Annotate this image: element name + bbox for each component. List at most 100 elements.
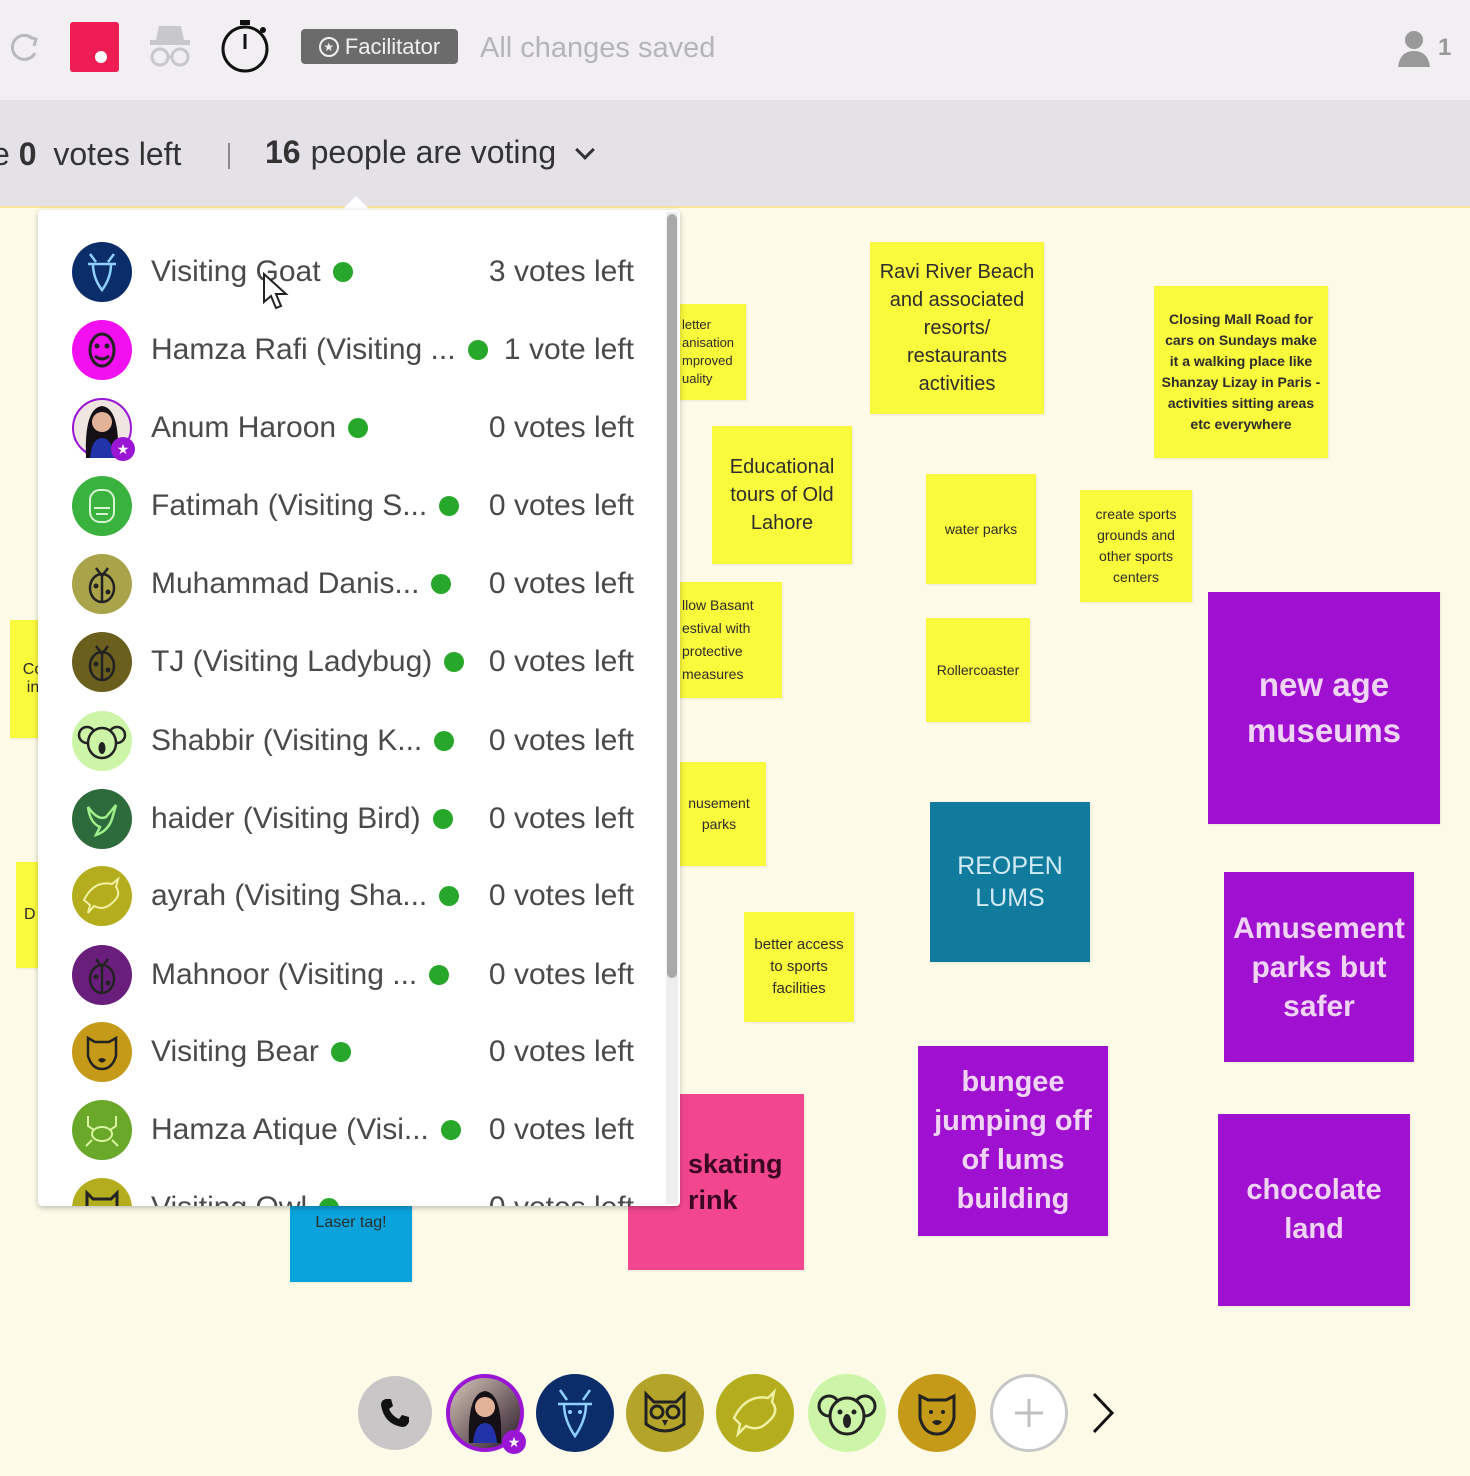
online-status-icon xyxy=(432,809,453,829)
voter-name: Hamza Rafi (Visiting ... xyxy=(151,333,456,366)
sticky-note[interactable]: better access to sports facilities xyxy=(744,912,854,1022)
note-text: create sports grounds and other sports c… xyxy=(1095,506,1177,585)
bird-icon xyxy=(82,797,122,841)
note-text: better access to sports facilities xyxy=(754,936,844,997)
sticky-note[interactable]: new age museums xyxy=(1208,592,1440,824)
note-text: REOPEN LUMS xyxy=(957,852,1063,912)
voters-scroll-thumb[interactable] xyxy=(667,214,677,978)
call-button[interactable] xyxy=(358,1376,432,1450)
online-status-icon xyxy=(434,731,455,751)
online-status-icon xyxy=(429,965,450,985)
redo-button[interactable] xyxy=(4,28,44,68)
voter-votes-left: 0 votes left xyxy=(488,489,634,522)
dock-avatar-koala[interactable] xyxy=(808,1374,886,1452)
dock-avatar-bear[interactable] xyxy=(898,1374,976,1452)
voter-votes-left: 0 votes left xyxy=(488,1113,634,1146)
mouse-cursor-icon xyxy=(262,271,290,317)
voter-row[interactable]: ★ Anum Haroon 0 votes left xyxy=(72,396,634,461)
dock-next-button[interactable] xyxy=(1088,1390,1118,1436)
voter-avatar xyxy=(72,866,132,926)
voter-name: Fatimah (Visiting S... xyxy=(151,489,428,522)
voter-row[interactable]: Visiting Owl 0 votes left xyxy=(72,1176,634,1206)
voter-row[interactable]: Mahnoor (Visiting ... 0 votes left xyxy=(72,943,634,1007)
voter-row[interactable]: Shabbir (Visiting K... 0 votes left xyxy=(72,709,634,773)
voter-row[interactable]: Hamza Rafi (Visiting ... 1 vote left xyxy=(72,318,634,382)
voter-avatar xyxy=(72,945,132,1005)
sticky-note[interactable]: letter anisation mproved uality xyxy=(672,304,746,400)
sticky-note[interactable]: bungee jumping off of lums building xyxy=(918,1046,1108,1236)
sticky-note[interactable]: llow Basant estival with protective meas… xyxy=(672,582,782,698)
voter-avatar xyxy=(72,1100,132,1160)
note-text: water parks xyxy=(944,521,1018,537)
voter-avatar xyxy=(72,1022,132,1082)
voting-bar xyxy=(0,100,1470,208)
voter-row[interactable]: Muhammad Danis... 0 votes left xyxy=(72,552,634,616)
own-votes-suffix: votes left xyxy=(53,136,182,172)
voter-votes-left: 0 votes left xyxy=(488,567,634,600)
phone-icon xyxy=(381,1399,409,1427)
voter-row[interactable]: ayrah (Visiting Sha... 0 votes left xyxy=(72,864,634,928)
voter-votes-left: 3 votes left xyxy=(488,255,634,288)
ladybug-icon xyxy=(82,953,122,997)
voter-row[interactable]: Visiting Bear 0 votes left xyxy=(72,1020,634,1084)
dock-avatar-anum-haroon[interactable]: ★ xyxy=(446,1374,526,1454)
sticky-note[interactable]: chocolate land xyxy=(1218,1114,1410,1306)
voter-row[interactable]: Hamza Atique (Visi... 0 votes left xyxy=(72,1098,634,1162)
voter-name: Anum Haroon xyxy=(151,411,337,444)
voter-name: Hamza Atique (Visi... xyxy=(151,1113,429,1146)
note-text: new age museums xyxy=(1246,666,1402,749)
timer-button[interactable] xyxy=(218,18,272,74)
facilitator-star-icon: ★ xyxy=(111,437,135,461)
voter-name: Visiting Bear xyxy=(151,1035,319,1068)
ladybug-icon xyxy=(82,562,122,606)
note-text: llow Basant estival with protective meas… xyxy=(682,597,754,682)
people-voting-count: 16 xyxy=(265,134,301,170)
owl-icon xyxy=(644,1390,686,1433)
sticky-note[interactable]: Educational tours of Old Lahore xyxy=(712,426,852,564)
voters-scrollbar[interactable] xyxy=(666,212,678,1204)
online-status-icon xyxy=(319,1198,340,1206)
sticky-note[interactable]: nusement parks xyxy=(672,762,766,866)
monster-icon xyxy=(82,328,122,372)
online-status-icon xyxy=(332,262,353,282)
crab-icon xyxy=(80,1110,124,1150)
voter-name: Mahnoor (Visiting ... xyxy=(151,958,418,991)
online-status-icon xyxy=(444,652,465,672)
sticky-note[interactable]: REOPEN LUMS xyxy=(930,802,1090,962)
voter-name: Muhammad Danis... xyxy=(151,567,420,600)
plus-icon xyxy=(1015,1399,1043,1427)
note-text: Educational tours of Old Lahore xyxy=(729,456,835,534)
people-voting-dropdown-toggle[interactable]: 16 people are voting xyxy=(265,134,596,171)
voter-votes-left: 1 vote left xyxy=(503,333,634,366)
save-status: All changes saved xyxy=(480,31,716,64)
voter-name: ayrah (Visiting Sha... xyxy=(151,879,428,912)
voter-name: Visiting Owl xyxy=(151,1191,307,1206)
sticky-note[interactable]: create sports grounds and other sports c… xyxy=(1080,490,1192,602)
facilitator-badge[interactable]: ★ Facilitator xyxy=(301,29,458,64)
voter-name: Visiting Goat xyxy=(151,255,321,288)
voter-avatar: ★ xyxy=(72,398,135,461)
sticky-note[interactable]: Amusement parks but safer xyxy=(1224,872,1414,1062)
voter-row[interactable]: TJ (Visiting Ladybug) 0 votes left xyxy=(72,630,634,694)
voter-avatar xyxy=(72,1178,132,1206)
sticky-note-button[interactable] xyxy=(70,22,119,72)
dock-avatar-goat[interactable] xyxy=(536,1374,614,1452)
sticky-note[interactable]: Closing Mall Road for cars on Sundays ma… xyxy=(1154,286,1328,458)
sticky-note[interactable]: Rollercoaster xyxy=(926,618,1030,722)
incognito-button[interactable] xyxy=(144,20,196,70)
voter-row[interactable]: haider (Visiting Bird) 0 votes left xyxy=(72,787,634,851)
note-text: Closing Mall Road for cars on Sundays ma… xyxy=(1161,311,1321,432)
voter-votes-left: 0 votes left xyxy=(488,958,634,991)
voter-votes-left: 0 votes left xyxy=(488,802,634,835)
voter-avatar xyxy=(72,554,132,614)
redo-icon xyxy=(10,33,38,61)
voter-row[interactable]: Visiting Goat 3 votes left xyxy=(72,240,634,304)
sticky-note[interactable]: Ravi River Beach and associated resorts/… xyxy=(870,242,1044,414)
bear-icon xyxy=(918,1393,956,1436)
dock-avatar-shark[interactable] xyxy=(716,1374,794,1452)
sticky-note[interactable]: water parks xyxy=(926,474,1036,584)
dock-avatar-owl[interactable] xyxy=(626,1374,704,1452)
voter-row[interactable]: Fatimah (Visiting S... 0 votes left xyxy=(72,474,634,538)
online-users-indicator[interactable]: 1 xyxy=(1396,26,1451,70)
add-participant-button[interactable] xyxy=(990,1374,1068,1452)
